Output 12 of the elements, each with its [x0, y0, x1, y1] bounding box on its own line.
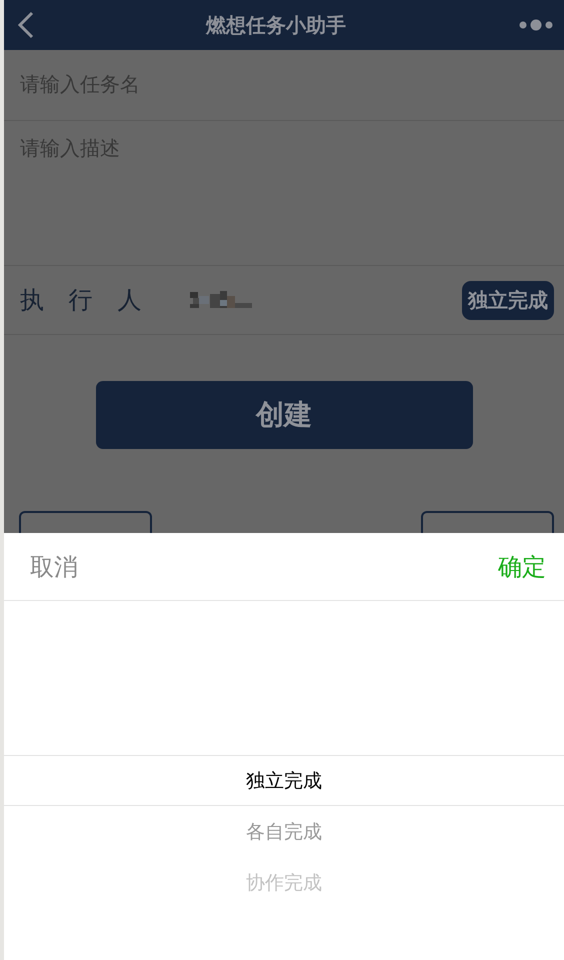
- more-icon[interactable]: [518, 18, 554, 32]
- window-title: 燃想任务小助手: [204, 14, 347, 38]
- picker-option[interactable]: 协作完成: [246, 870, 322, 896]
- picker-option[interactable]: 各自完成: [246, 818, 322, 844]
- confirm-button[interactable]: 确定: [494, 546, 550, 586]
- create-button[interactable]: 创建: [96, 381, 472, 449]
- cancel-button[interactable]: 取消: [26, 546, 82, 586]
- mode-button[interactable]: 独立完成: [462, 280, 554, 320]
- picker-option[interactable]: 独立完成: [246, 768, 322, 794]
- executor-label: 执 行 人: [20, 286, 142, 316]
- pixelated-name-drawing: [190, 291, 252, 309]
- back-icon[interactable]: [18, 11, 34, 39]
